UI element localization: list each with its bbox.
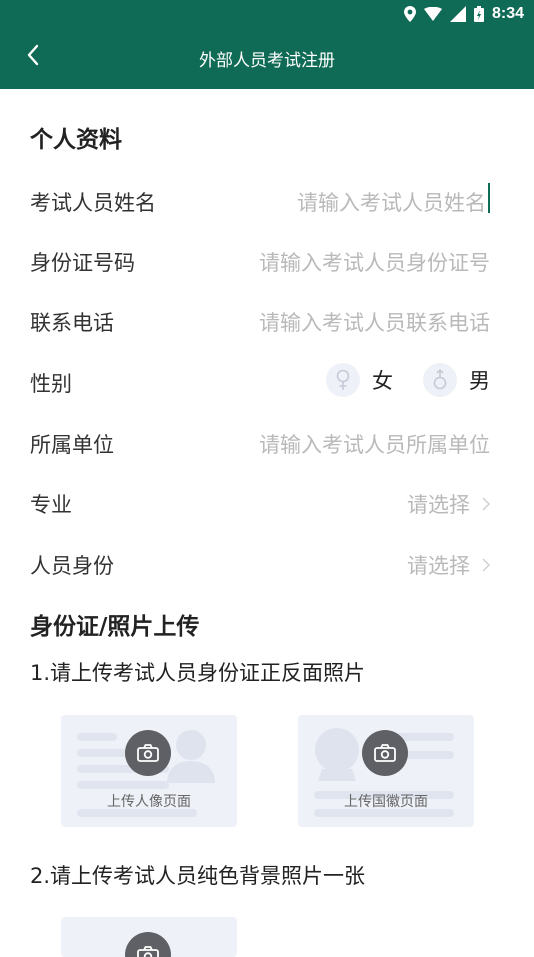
male-icon[interactable] (423, 363, 457, 397)
emblem-silhouette-icon (315, 728, 359, 781)
id-row: 身份证号码 请输入考试人员身份证号 (30, 235, 490, 285)
unit-row: 所属单位 请输入考试人员所属单位 (30, 417, 490, 467)
wifi-icon (423, 7, 442, 21)
signal-icon (449, 6, 466, 22)
phone-input[interactable]: 请输入考试人员联系电话 (210, 307, 490, 337)
name-input[interactable]: 请输入考试人员姓名 (206, 187, 486, 217)
female-icon[interactable] (326, 363, 360, 397)
id-label: 身份证号码 (30, 251, 135, 275)
gender-male-option[interactable]: 男 (469, 365, 490, 395)
location-icon (403, 6, 416, 22)
upload-back-card[interactable]: 上传国徽页面 (298, 715, 474, 827)
major-select[interactable]: 请选择 (407, 489, 490, 519)
gender-female-option[interactable]: 女 (372, 365, 393, 395)
chevron-right-icon (482, 497, 490, 511)
gender-row: 性别 女 男 (30, 356, 490, 406)
major-label: 专业 (30, 493, 72, 517)
section-title-upload: 身份证/照片上传 (30, 614, 200, 640)
unit-input[interactable]: 请输入考试人员所属单位 (210, 429, 490, 459)
gender-options: 女 男 (326, 360, 490, 400)
identity-row[interactable]: 人员身份 请选择 (30, 538, 490, 588)
major-row[interactable]: 专业 请选择 (30, 477, 490, 527)
id-input[interactable]: 请输入考试人员身份证号 (210, 247, 490, 277)
upload-front-label: 上传人像页面 (107, 794, 191, 810)
unit-label: 所属单位 (30, 433, 114, 457)
status-bar: 8:34 (0, 0, 534, 28)
section-title-personal: 个人资料 (30, 127, 122, 153)
camera-icon (125, 730, 171, 776)
phone-row: 联系电话 请输入考试人员联系电话 (30, 295, 490, 345)
phone-label: 联系电话 (30, 311, 114, 335)
identity-value: 请选择 (407, 554, 470, 578)
battery-icon (473, 6, 484, 22)
status-icons: 8:34 (403, 3, 524, 25)
upload-photo-card[interactable] (61, 917, 237, 957)
text-cursor (488, 183, 490, 213)
identity-label: 人员身份 (30, 554, 114, 578)
chevron-right-icon (482, 558, 490, 572)
name-row: 考试人员姓名 请输入考试人员姓名 (30, 175, 490, 225)
page-title: 外部人员考试注册 (199, 51, 335, 71)
major-value: 请选择 (407, 493, 470, 517)
name-label: 考试人员姓名 (30, 191, 156, 215)
camera-icon (125, 932, 171, 957)
upload-step-2: 2.请上传考试人员纯色背景照片一张 (30, 864, 366, 888)
status-time: 8:34 (491, 5, 524, 22)
upload-step-1: 1.请上传考试人员身份证正反面照片 (30, 661, 366, 685)
upload-back-label: 上传国徽页面 (344, 794, 428, 810)
camera-icon (362, 730, 408, 776)
gender-label: 性别 (30, 372, 72, 396)
app-bar: 外部人员考试注册 (0, 28, 534, 89)
portrait-silhouette-icon (167, 730, 215, 783)
upload-front-card[interactable]: 上传人像页面 (61, 715, 237, 827)
identity-select[interactable]: 请选择 (407, 550, 490, 580)
